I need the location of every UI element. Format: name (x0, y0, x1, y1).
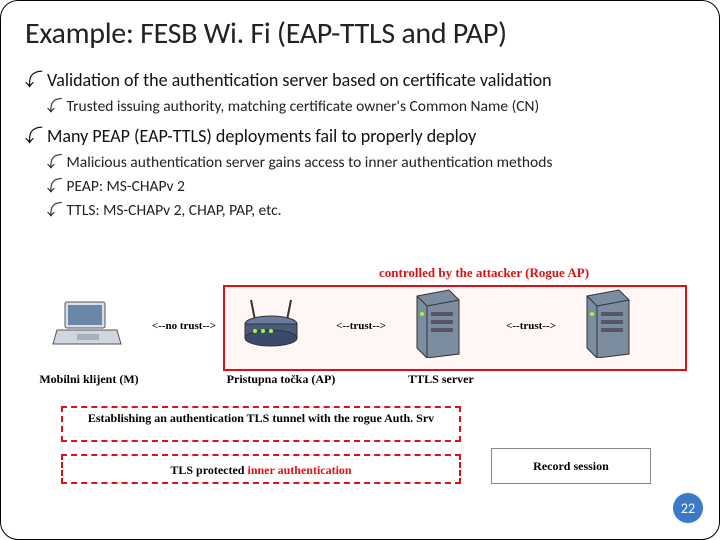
bullet-peap-sub3: TTLS: MS-CHAPv 2, CHAP, PAP, etc. (47, 198, 695, 220)
far-server-icon (581, 286, 631, 358)
laptop-icon (51, 300, 123, 350)
record-session-text: Record session (533, 459, 609, 473)
tls-inner-box: TLS protected inner authentication (61, 454, 461, 484)
client-label: Mobilni klijent (M) (29, 372, 149, 387)
record-session-box: Record session (491, 448, 651, 484)
bullet-peap: Many PEAP (EAP-TTLS) deployments fail to… (25, 122, 695, 148)
slide-title: Example: FESB Wi. Fi (EAP-TTLS and PAP) (25, 15, 695, 52)
bullet-peap-sub2: PEAP: MS-CHAPv 2 (47, 174, 695, 196)
tls-tunnel-box: Establishing an authentication TLS tunne… (61, 406, 461, 442)
bullet-peap-sub1: Malicious authentication server gains ac… (47, 150, 695, 172)
page-number: 22 (673, 493, 703, 523)
bullet-validation: Validation of the authentication server … (25, 66, 695, 92)
slide-frame: Example: FESB Wi. Fi (EAP-TTLS and PAP) … (0, 0, 720, 540)
ttls-label: TTLS server (391, 372, 491, 387)
diagram-area: <--no trust--> <--trust--> <--trust--> M… (111, 276, 691, 516)
bullet-validation-sub: Trusted issuing authority, matching cert… (47, 94, 695, 116)
tls-inner-pre: TLS protected (170, 463, 247, 477)
trust-2-label: <--trust--> (481, 320, 581, 332)
trust-none-label: <--no trust--> (129, 320, 239, 332)
tls-inner-red: inner authentication (247, 463, 351, 477)
ttls-server-icon (411, 286, 461, 358)
tls-tunnel-text: Establishing an authentication TLS tunne… (63, 412, 459, 425)
trust-1-label: <--trust--> (311, 320, 411, 332)
tls-inner-text: TLS protected inner authentication (170, 463, 351, 477)
ap-label: Pristupna točka (AP) (211, 372, 351, 387)
router-icon (241, 296, 301, 351)
